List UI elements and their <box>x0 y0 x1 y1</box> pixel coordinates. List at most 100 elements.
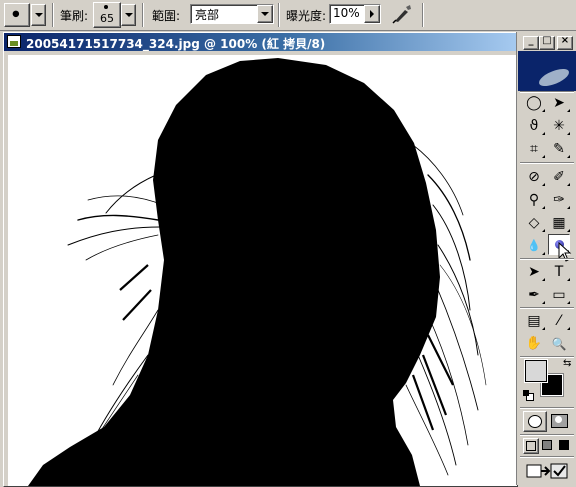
toolbox-panel: _ □ × ◯ ➤ ϑ ✳ ⌗ ✎ ⊘ ✐ ⚲ ✑ ◇ ▦ 💧 ➤ T ✒ ▭ … <box>516 32 576 485</box>
exposure-label: 曝光度: <box>286 9 327 23</box>
standard-mode-icon <box>528 415 542 428</box>
maximize-icon: □ <box>542 35 552 46</box>
tool-path-selection[interactable]: ➤ <box>523 261 545 282</box>
crop-icon: ⌗ <box>530 140 538 157</box>
exposure-value: 10% <box>333 6 360 20</box>
toolbox-header: _ □ × <box>518 32 576 50</box>
tool-magic-wand[interactable]: ✳ <box>548 115 570 136</box>
range-dropdown-button[interactable] <box>257 5 273 23</box>
close-button[interactable]: × <box>557 35 573 50</box>
tool-history-brush[interactable]: ✑ <box>548 189 570 210</box>
history-brush-icon: ✑ <box>553 191 565 208</box>
tool-eraser[interactable]: ◇ <box>523 212 545 233</box>
path-selection-icon: ➤ <box>528 263 540 280</box>
range-label: 範圍: <box>152 9 181 23</box>
separator <box>52 3 54 27</box>
imageready-icon <box>526 463 568 479</box>
maximize-button[interactable]: □ <box>539 35 555 50</box>
separator <box>520 456 574 458</box>
close-icon: × <box>560 35 570 46</box>
feather-icon <box>536 66 572 89</box>
brush-size-value: 65 <box>100 12 114 25</box>
eyedropper-icon: ⁄ <box>557 312 561 329</box>
separator <box>520 434 574 436</box>
tool-hand[interactable]: ✋ <box>523 333 545 354</box>
document-title-bar[interactable]: 20054171517734_324.jpg @ 100% (紅 拷貝/8) <box>4 33 517 51</box>
tool-zoom[interactable]: 🔍 <box>548 333 570 354</box>
document-window: 20054171517734_324.jpg @ 100% (紅 拷貝/8) <box>3 32 518 487</box>
tool-pen[interactable]: ✒ <box>523 284 545 305</box>
tool-preset-picker[interactable]: ⚫ <box>4 3 30 27</box>
type-icon: T <box>554 263 564 280</box>
tool-slice[interactable]: ✎ <box>548 138 570 159</box>
screen-mode-icon <box>559 440 569 450</box>
dodge-tool-icon: ⚫ <box>10 7 22 23</box>
swap-colors-icon[interactable]: ⇆ <box>563 358 571 369</box>
notes-icon: ▤ <box>527 312 541 329</box>
color-swatches: ⇆ <box>521 358 575 404</box>
exposure-input[interactable]: 10% <box>329 4 381 24</box>
document-title: 20054171517734_324.jpg @ 100% (紅 拷貝/8) <box>26 37 326 51</box>
default-colors-icon[interactable] <box>523 390 534 401</box>
photoshop-logo <box>518 51 576 91</box>
tool-notes[interactable]: ▤ <box>523 310 545 331</box>
separator <box>142 3 144 27</box>
chevron-right-icon <box>370 10 374 18</box>
hair-silhouette-image <box>8 55 517 486</box>
chevron-down-icon <box>261 12 269 16</box>
lasso-icon: ϑ <box>529 117 539 134</box>
shape-icon: ▭ <box>552 286 566 303</box>
zoom-icon: 🔍 <box>551 336 567 351</box>
separator <box>422 3 424 27</box>
document-icon <box>7 35 21 48</box>
tool-preset-dropdown[interactable] <box>31 4 46 26</box>
tool-clone-stamp[interactable]: ⚲ <box>523 189 545 210</box>
separator <box>520 162 574 164</box>
separator <box>520 407 574 409</box>
tool-brush[interactable]: ✐ <box>548 166 570 187</box>
brush-dot-icon <box>104 5 108 9</box>
pen-icon: ✒ <box>528 286 540 303</box>
separator <box>520 258 574 260</box>
screen-mode-icon <box>542 440 552 450</box>
full-screen-mode-button[interactable] <box>557 438 571 452</box>
standard-mode-button[interactable] <box>523 411 547 432</box>
full-screen-menu-mode-button[interactable] <box>540 438 554 452</box>
minimize-icon: _ <box>528 35 534 46</box>
tool-gradient[interactable]: ▦ <box>548 212 570 233</box>
tool-blur[interactable]: 💧 <box>523 235 545 256</box>
healing-brush-icon: ⊘ <box>528 168 540 185</box>
tool-healing-brush[interactable]: ⊘ <box>523 166 545 187</box>
jump-to-imageready-button[interactable] <box>523 460 571 482</box>
range-select[interactable]: 亮部 <box>190 4 274 24</box>
standard-screen-mode-button[interactable] <box>523 438 539 454</box>
tool-type[interactable]: T <box>548 261 570 282</box>
tool-eyedropper[interactable]: ⁄ <box>548 310 570 331</box>
brush-label: 筆刷: <box>60 9 89 23</box>
foreground-color-swatch[interactable] <box>524 359 548 383</box>
brush-picker[interactable]: 65 <box>93 2 121 28</box>
tool-shape[interactable]: ▭ <box>548 284 570 305</box>
magic-wand-icon: ✳ <box>553 117 565 134</box>
screen-mode-icon <box>526 441 536 451</box>
gradient-icon: ▦ <box>552 214 566 231</box>
airbrush-icon <box>392 5 411 24</box>
quick-mask-mode-button[interactable] <box>548 411 570 430</box>
range-value: 亮部 <box>195 8 220 22</box>
airbrush-button[interactable] <box>390 3 414 25</box>
brush-icon: ✐ <box>553 168 565 185</box>
slice-icon: ✎ <box>553 140 565 157</box>
minimize-button[interactable]: _ <box>523 35 539 50</box>
eraser-icon: ◇ <box>528 214 540 231</box>
move-icon: ➤ <box>553 94 565 111</box>
brush-dropdown[interactable] <box>121 4 136 26</box>
tool-lasso[interactable]: ϑ <box>523 115 545 136</box>
tool-marquee[interactable]: ◯ <box>523 92 545 113</box>
image-canvas[interactable] <box>8 55 517 486</box>
hand-icon: ✋ <box>525 336 543 351</box>
tool-crop[interactable]: ⌗ <box>523 138 545 159</box>
tool-move[interactable]: ➤ <box>548 92 570 113</box>
options-bar: ⚫ 筆刷: 65 範圍: 亮部 曝光度: 10% <box>0 0 576 31</box>
clone-stamp-icon: ⚲ <box>528 191 540 208</box>
exposure-slider-button[interactable] <box>364 5 380 23</box>
